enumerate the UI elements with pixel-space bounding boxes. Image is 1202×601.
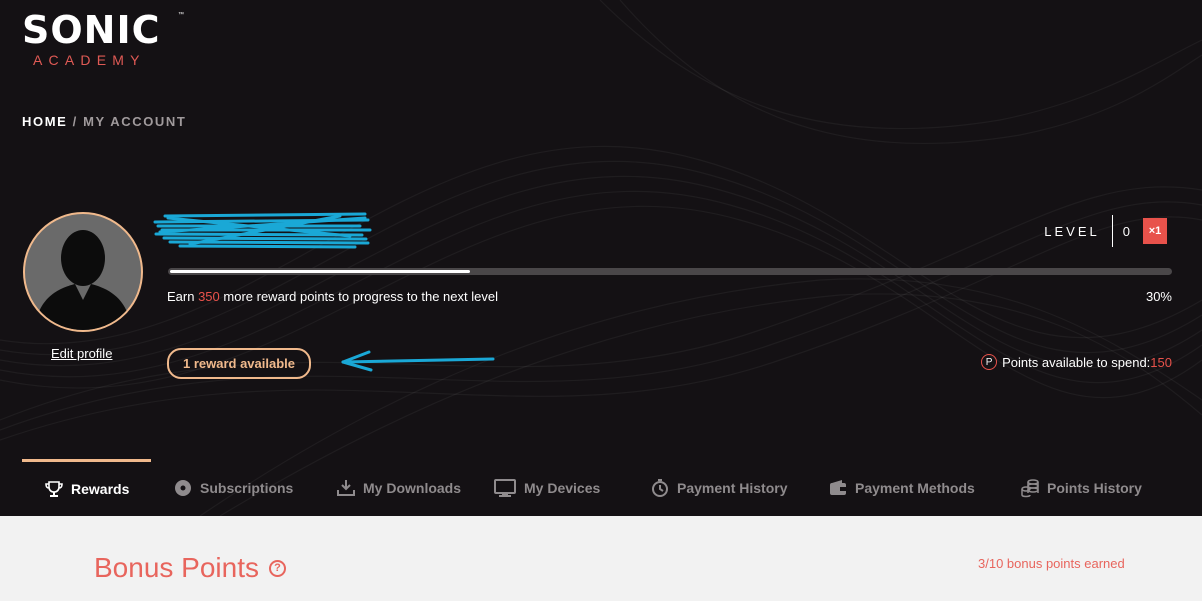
tab-label: Points History [1047, 479, 1142, 496]
tab-points-history[interactable]: Points History [1020, 459, 1180, 516]
tab-payment-methods[interactable]: Payment Methods [828, 459, 1020, 516]
tab-my-downloads[interactable]: My Downloads [318, 459, 493, 516]
progress-text-after: more reward points to progress to the ne… [219, 289, 498, 304]
progress-message: Earn 350 more reward points to progress … [167, 289, 498, 304]
progress-percent: 30% [1145, 289, 1172, 304]
redacted-username-scribble [153, 212, 372, 249]
help-icon[interactable]: ? [269, 559, 286, 577]
stopwatch-icon [652, 478, 668, 497]
points-value: 150 [1150, 354, 1172, 370]
logo-wordmark: SONIC [22, 8, 161, 52]
points-label: Points available to spend: [1002, 354, 1151, 370]
edit-profile-link[interactable]: Edit profile [51, 346, 112, 361]
points-needed-value: 350 [198, 289, 220, 304]
logo-trademark: ™ [178, 12, 184, 18]
tab-my-devices[interactable]: My Devices [493, 459, 645, 516]
coins-icon [1021, 478, 1039, 497]
tab-label: Payment Methods [855, 479, 975, 496]
tab-label: Subscriptions [200, 479, 294, 496]
breadcrumb: HOME / MY ACCOUNT [22, 114, 186, 129]
level-value: 0 [1122, 223, 1130, 239]
points-available: P Points available to spend: 150 [981, 354, 1172, 370]
avatar[interactable] [23, 212, 143, 332]
bonus-points-earned: 3/10 bonus points earned [978, 556, 1125, 571]
download-icon [337, 479, 355, 496]
tab-subscriptions[interactable]: Subscriptions [151, 459, 318, 516]
tab-label: My Downloads [363, 479, 462, 496]
bonus-points-title: Bonus Points ? [94, 552, 286, 584]
annotation-arrow-icon [341, 350, 495, 372]
breadcrumb-home[interactable]: HOME [22, 114, 67, 129]
level-progress-bar [168, 268, 1172, 275]
breadcrumb-current: MY ACCOUNT [83, 114, 187, 129]
level-label: LEVEL [1044, 223, 1100, 239]
monitor-icon [494, 478, 516, 497]
user-silhouette-icon [35, 230, 131, 330]
level-multiplier-badge: ×1 [1143, 218, 1167, 244]
sonic-academy-logo[interactable]: SONIC ™ ACADEMY [22, 8, 184, 68]
account-tabs: Rewards Subscriptions My Downloads My De… [22, 459, 1202, 516]
disc-icon [175, 479, 191, 496]
bonus-title-text: Bonus Points [94, 552, 259, 583]
trophy-icon [45, 481, 63, 497]
tab-payment-history[interactable]: Payment History [645, 459, 828, 516]
progress-text-before: Earn [167, 289, 199, 304]
points-icon: P [981, 354, 998, 370]
wave-background [0, 0, 1202, 516]
level-progress-fill [170, 270, 470, 273]
tab-label: My Devices [524, 479, 601, 496]
tab-rewards[interactable]: Rewards [22, 459, 151, 516]
wallet-icon [830, 479, 846, 495]
tab-label: Payment History [677, 479, 788, 496]
logo-subtitle: ACADEMY [33, 52, 146, 68]
breadcrumb-separator: / [72, 114, 78, 129]
level-divider [1111, 215, 1113, 247]
reward-available-button[interactable]: 1 reward available [167, 348, 311, 379]
tab-label: Rewards [71, 481, 130, 497]
level-indicator: LEVEL 0 ×1 [1044, 215, 1167, 247]
hero-banner: SONIC ™ ACADEMY HOME / MY ACCOUNT Edit p… [0, 0, 1202, 516]
